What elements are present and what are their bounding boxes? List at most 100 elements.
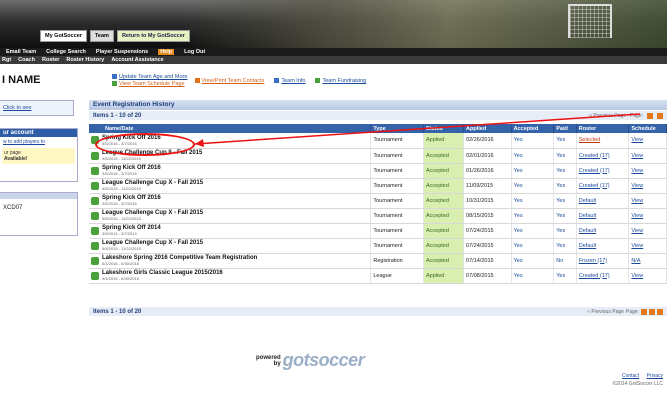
name-cell: Spring Kick Off 2016 3/5/2016 - 3/7/2016 bbox=[89, 193, 372, 209]
roster-link[interactable]: Frozen (17) bbox=[579, 258, 607, 264]
paid-cell: Yes bbox=[553, 238, 577, 254]
applied-cell: 08/15/2015 bbox=[463, 208, 512, 224]
tab-my-gotsoccer[interactable]: My GotSoccer bbox=[40, 30, 87, 42]
view-schedule-link[interactable]: View Team Schedule Page bbox=[119, 81, 185, 87]
view-print-contacts-link[interactable]: View/Print Team Contacts bbox=[202, 78, 265, 84]
page-2-button-bottom[interactable] bbox=[649, 308, 655, 315]
col-accepted[interactable]: Accepted bbox=[511, 124, 555, 133]
nav-roster[interactable]: Roster bbox=[42, 57, 59, 63]
schedule-link[interactable]: View bbox=[631, 273, 643, 279]
page-2-button[interactable] bbox=[657, 112, 663, 119]
col-name-date[interactable]: Name/Date bbox=[89, 124, 372, 133]
page-1-button-bottom[interactable] bbox=[641, 308, 647, 315]
accepted-value: Yes bbox=[513, 167, 523, 174]
roster-link[interactable]: Created (17) bbox=[579, 153, 610, 159]
type-cell: Tournament bbox=[370, 223, 424, 239]
schedule-link[interactable]: View bbox=[631, 213, 643, 219]
annotation-circle bbox=[95, 133, 195, 156]
accepted-value: Yes bbox=[513, 227, 523, 234]
schedule-link[interactable]: View bbox=[631, 228, 643, 234]
page-3-button-bottom[interactable] bbox=[657, 308, 663, 315]
contact-link[interactable]: Contact bbox=[622, 373, 639, 379]
status-cell: Accepted bbox=[423, 208, 465, 224]
schedule-link[interactable]: View bbox=[631, 153, 643, 159]
event-icon bbox=[91, 181, 99, 190]
schedule-link[interactable]: View bbox=[631, 198, 643, 204]
paid-cell: Yes bbox=[553, 193, 577, 209]
paid-cell: No bbox=[553, 253, 577, 269]
roster-link[interactable]: Created (17) bbox=[579, 168, 610, 174]
schedule-cell: View bbox=[628, 268, 667, 284]
previous-page-link-bottom[interactable]: « Previous Page bbox=[587, 309, 624, 315]
event-dates: 3/5/2016 - 3/7/2016 bbox=[102, 171, 137, 176]
paid-cell: Yes bbox=[553, 133, 577, 149]
col-applied[interactable]: Applied bbox=[463, 124, 512, 133]
table-header-row: Name/Date Type Status Applied Accepted P… bbox=[89, 124, 667, 133]
page-title: I NAME bbox=[2, 74, 41, 86]
col-paid[interactable]: Paid bbox=[553, 124, 577, 133]
nav-email-team[interactable]: Email Team bbox=[6, 49, 36, 55]
schedule-link[interactable]: View bbox=[631, 137, 643, 143]
nav-roster-history[interactable]: Roster History bbox=[66, 57, 104, 63]
nav-help[interactable]: Help bbox=[158, 49, 175, 55]
sidebar-link[interactable]: Click to see bbox=[3, 105, 31, 111]
col-status[interactable]: Status bbox=[423, 124, 465, 133]
roster-link[interactable]: Selected bbox=[579, 137, 600, 143]
accepted-cell: Yes bbox=[511, 223, 555, 239]
previous-page-link[interactable]: « Previous Page bbox=[589, 113, 626, 119]
schedule-link[interactable]: View bbox=[631, 243, 643, 249]
update-team-link[interactable]: Update Team Age and More bbox=[119, 74, 187, 80]
accepted-value: Yes bbox=[513, 197, 523, 204]
event-icon bbox=[91, 196, 99, 205]
privacy-link[interactable]: Privacy bbox=[647, 373, 663, 379]
roster-link[interactable]: Created (17) bbox=[579, 273, 610, 279]
paid-cell: Yes bbox=[553, 268, 577, 284]
schedule-link[interactable]: View bbox=[631, 183, 643, 189]
roster-link[interactable]: Default bbox=[579, 213, 596, 219]
schedule-cell: View bbox=[628, 133, 667, 149]
nav-player-suspensions[interactable]: Player Suspensions bbox=[96, 49, 148, 55]
event-icon bbox=[91, 166, 99, 175]
roster-link[interactable]: Created (17) bbox=[579, 183, 610, 189]
sidebar-code-box: XCD07 bbox=[0, 192, 78, 236]
roster-cell: Created (17) bbox=[576, 268, 630, 284]
roster-cell: Frozen (17) bbox=[576, 253, 630, 269]
event-icon bbox=[91, 151, 99, 160]
col-type[interactable]: Type bbox=[370, 124, 424, 133]
paid-cell: Yes bbox=[553, 223, 577, 239]
sidebar-account-link[interactable]: w to add players to bbox=[0, 137, 77, 145]
accepted-cell: Yes bbox=[511, 268, 555, 284]
schedule-link[interactable]: N/A bbox=[631, 258, 640, 264]
nav-rgt[interactable]: Rgt bbox=[2, 57, 11, 63]
status-cell: Accepted bbox=[423, 148, 465, 164]
accepted-value: Yes bbox=[513, 212, 523, 219]
accepted-cell: Yes bbox=[511, 163, 555, 179]
col-schedule[interactable]: Schedule bbox=[628, 124, 667, 133]
items-count: Items 1 - 10 of 20 bbox=[93, 112, 142, 119]
col-roster[interactable]: Roster bbox=[576, 124, 630, 133]
accepted-value: Yes bbox=[513, 182, 523, 189]
roster-link[interactable]: Default bbox=[579, 243, 596, 249]
page-1-button[interactable] bbox=[647, 112, 653, 119]
tab-team[interactable]: Team bbox=[89, 30, 114, 42]
tab-return-my-gotsoccer[interactable]: Return to My GotSoccer bbox=[116, 30, 190, 42]
roster-link[interactable]: Default bbox=[579, 198, 596, 204]
status-cell: Accepted bbox=[423, 223, 465, 239]
roster-link[interactable]: Default bbox=[579, 228, 596, 234]
schedule-cell: View bbox=[628, 208, 667, 224]
event-dates: 9/5/2015 - 11/22/2015 bbox=[102, 186, 141, 191]
nav-account-assistance[interactable]: Account Assistance bbox=[111, 57, 163, 63]
roster-cell: Created (17) bbox=[576, 178, 630, 194]
accepted-value: Yes bbox=[513, 242, 523, 249]
team-info-link[interactable]: Team Info bbox=[281, 78, 305, 84]
table-row: League Challenge Cup X - Fall 2015 9/5/2… bbox=[89, 238, 667, 254]
type-cell: Tournament bbox=[370, 178, 424, 194]
team-fundraising-link[interactable]: Team Fundraising bbox=[322, 78, 366, 84]
nav-log-out[interactable]: Log Out bbox=[184, 49, 205, 55]
schedule-link[interactable]: View bbox=[631, 168, 643, 174]
nav-coach[interactable]: Coach bbox=[18, 57, 35, 63]
paid-value: Yes bbox=[556, 167, 566, 174]
nav-college-search[interactable]: College Search bbox=[46, 49, 86, 55]
type-cell: Tournament bbox=[370, 133, 424, 149]
accepted-value: Yes bbox=[513, 152, 523, 159]
